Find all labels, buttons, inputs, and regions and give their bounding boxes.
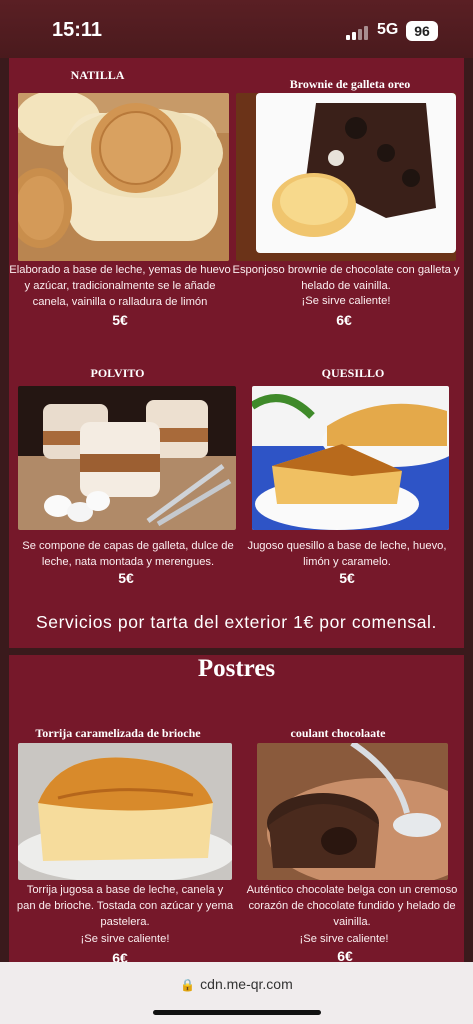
item-description: Torrija jugosa a base de leche, canela y… (16, 884, 234, 928)
item-title: POLVITO (90, 366, 145, 380)
item-price: 5€ (112, 312, 128, 328)
item-description: Se compone de capas de galleta, dulce de… (22, 540, 234, 568)
item-title: coulant chocolaate (290, 726, 386, 740)
item-note: ¡Se sirve caliente! (299, 933, 389, 945)
network-label: 5G (377, 21, 399, 38)
torrija-image[interactable] (18, 743, 232, 880)
item-price: 5€ (339, 570, 355, 586)
browser-url-bar[interactable]: 🔒 cdn.me-qr.com (0, 962, 473, 1024)
quesillo-image[interactable] (252, 386, 449, 530)
item-description: Esponjoso brownie de chocolate con galle… (232, 264, 460, 292)
status-time: 15:11 (52, 19, 103, 41)
item-description: Auténtico chocolate belga con un cremoso… (246, 884, 458, 928)
url-display[interactable]: 🔒 cdn.me-qr.com (0, 976, 473, 992)
signal-icon (346, 24, 370, 40)
coulant-image[interactable] (257, 743, 448, 880)
natilla-image[interactable] (18, 93, 229, 261)
brownie-image[interactable] (236, 93, 456, 261)
section-title: Postres (197, 655, 276, 682)
polvito-image[interactable] (18, 386, 236, 530)
services-note: Servicios por tarta del exterior 1€ por … (36, 612, 437, 632)
item-title: Brownie de galleta oreo (289, 77, 411, 91)
lock-icon: 🔒 (180, 978, 196, 992)
item-note: ¡Se sirve caliente! (301, 295, 391, 307)
item-description: Elaborado a base de leche, yemas de huev… (9, 264, 231, 308)
status-bar: 15:11 5G 96 (0, 0, 473, 58)
item-price: 5€ (118, 570, 134, 586)
item-title: NATILLA (70, 68, 125, 82)
item-title: Torrija caramelizada de brioche (35, 726, 201, 740)
item-note: ¡Se sirve caliente! (80, 933, 170, 945)
home-indicator[interactable] (153, 1010, 321, 1015)
item-price: 6€ (336, 312, 352, 328)
url-text: cdn.me-qr.com (200, 976, 293, 992)
battery-icon: 96 (406, 21, 438, 41)
item-description: Jugoso quesillo a base de leche, huevo, … (247, 540, 447, 568)
item-title: QUESILLO (321, 366, 385, 380)
